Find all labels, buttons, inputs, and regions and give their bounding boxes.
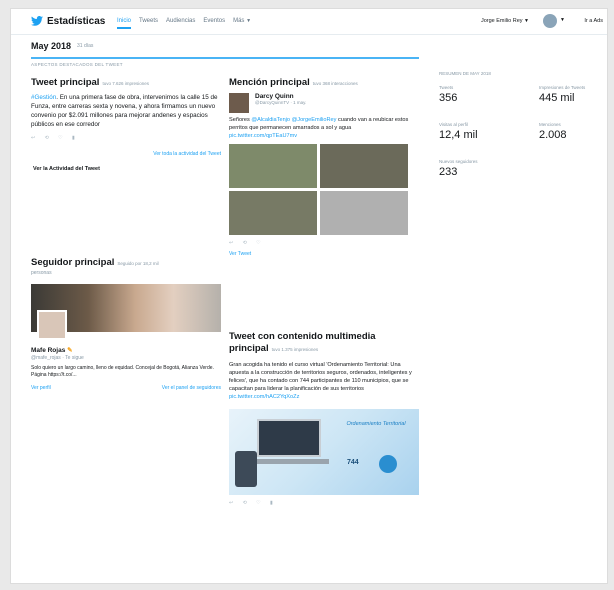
follower-avatar[interactable] [37, 310, 67, 340]
media-tweet-meta: tuvo 1.375 impresiones [271, 347, 319, 352]
followers-panel-link[interactable]: Ver el panel de seguidores [162, 385, 221, 391]
top-mention-heading: Mención principal tuvo 368 interacciones [229, 77, 419, 88]
top-mention-meta: tuvo 368 interacciones [312, 81, 358, 86]
twitter-bird-icon[interactable] [31, 16, 43, 26]
stat-label: Tweets [439, 85, 454, 90]
media-image-badge [379, 455, 397, 473]
mention-avatar[interactable] [229, 93, 249, 113]
mention-image-1[interactable] [229, 144, 317, 188]
mention-image-2[interactable] [320, 144, 408, 188]
mention-author-row: Darcy Quinn @DarcyQuinnTV · 1 may. [229, 93, 419, 113]
nav-link-mas-label: Más [233, 18, 245, 24]
view-profile-link[interactable]: Ver perfil [31, 385, 51, 391]
mention-image-grid [229, 144, 419, 235]
top-tweet-card: Tweet principal tuvo 7.626 impresiones #G… [31, 77, 221, 172]
top-tweet-meta: tuvo 7.626 impresiones [102, 81, 149, 86]
top-tweet-body: . En una primera fase de obra, interveni… [31, 94, 218, 128]
user-menu[interactable]: Jorge Emilio Rey ▼ [481, 18, 529, 24]
media-pic-link[interactable]: pic.twitter.com/hAC2YqXoZz [229, 394, 299, 400]
stat-value: 2.008 [539, 129, 567, 141]
stat-value: 356 [439, 92, 458, 104]
stat-label: Impresiones de Tweets [539, 85, 586, 90]
chevron-down-icon: ▼ [524, 18, 529, 24]
media-tweet-heading: Tweet con contenido multimedia principal… [229, 331, 419, 356]
mention-text-pre: Señores [229, 117, 252, 123]
nav-links: Inicio Tweets Audiencias Eventos Más ▼ [117, 18, 251, 29]
top-tweet-text: #Gestión. En una primera fase de obra, i… [31, 93, 221, 129]
mention-action-icons: ↩ ⟲ ♡ [229, 240, 265, 246]
media-tweet-card: Tweet con contenido multimedia principal… [229, 331, 419, 506]
period-subtitle: 31 días [77, 43, 94, 49]
nav-link-mas[interactable]: Más ▼ [233, 18, 251, 29]
media-action-icons: ↩ ⟲ ♡ ▮ [229, 500, 277, 506]
mention-jorge-link[interactable]: @JorgeEmilioRey [292, 117, 337, 123]
nav-link-eventos[interactable]: Eventos [203, 18, 225, 29]
pencil-emoji-icon: ✎ [67, 347, 73, 354]
stat-label: Nuevos seguidores [439, 159, 478, 164]
account-avatar-icon[interactable] [543, 14, 557, 28]
stat-mentions: Menciones 2.008 [539, 122, 567, 141]
top-follower-card: Seguidor principal Seguido por 18,2 mil p… [31, 257, 221, 391]
ads-link[interactable]: Ir a Ads [584, 18, 603, 24]
media-tweet-body: Gran acogida ha tenido el curso virtual … [229, 362, 412, 392]
mention-image-3[interactable] [229, 191, 317, 235]
top-follower-meta: Seguido por 18,2 mil [117, 261, 159, 266]
top-mention-card: Mención principal tuvo 368 interacciones … [229, 77, 419, 257]
stat-value: 233 [439, 166, 458, 178]
stat-label: Menciones [539, 122, 561, 127]
top-mention-title: Mención principal [229, 77, 310, 88]
nav-link-audiencias[interactable]: Audiencias [166, 18, 195, 29]
mention-author-name[interactable]: Darcy Quinn [255, 93, 306, 100]
highlights-label: ASPECTOS DESTACADOS DEL TWEET [31, 62, 123, 67]
follower-bio: Solo quiero un largo camino, lleno de eq… [31, 365, 214, 378]
follower-name[interactable]: Mafe Rojas [31, 347, 65, 354]
top-navigation: Estadísticas Inicio Tweets Audiencias Ev… [11, 9, 607, 35]
top-tweet-title: Tweet principal [31, 77, 100, 88]
follower-banner [31, 284, 221, 340]
follower-links: Ver perfil Ver el panel de seguidores [31, 385, 221, 391]
view-mention-tweet-link[interactable]: Ver Tweet [229, 251, 419, 257]
media-tweet-text: Gran acogida ha tenido el curso virtual … [229, 361, 419, 401]
media-image-caption: Ordenamiento Territorial [346, 421, 406, 427]
top-follower-heading: Seguidor principal Seguido por 18,2 mil [31, 257, 221, 268]
top-follower-title: Seguidor principal [31, 257, 115, 268]
summary-title: RESUMEN DE MAY 2018 [439, 71, 491, 76]
stat-profile-visits: Visitas al perfil 12,4 mil [439, 122, 478, 141]
tweet-action-icons: ↩ ⟲ ♡ ▮ [31, 135, 79, 141]
analytics-page: Estadísticas Inicio Tweets Audiencias Ev… [10, 8, 608, 584]
stat-tweets: Tweets 356 [439, 85, 457, 104]
phone-illustration [235, 451, 257, 487]
chevron-down-icon[interactable]: ▼ [560, 17, 565, 23]
stat-impressions: Impresiones de Tweets 445 mil [539, 85, 585, 104]
mention-author-handle: @DarcyQuinnTV · 1 may. [255, 100, 307, 105]
mention-text: Señores @AlcaldiaTenjo @JorgeEmilioRey c… [229, 116, 419, 140]
brand-title[interactable]: Estadísticas [47, 16, 105, 27]
follower-handle: @mafe_rojas · Te sigue [31, 355, 84, 361]
follower-name-row: Mafe Rojas ✎ [31, 346, 221, 354]
hashtag-link[interactable]: #Gestión [31, 94, 56, 101]
media-tweet-image[interactable]: Ordenamiento Territorial 744 [229, 409, 419, 495]
period-divider [31, 57, 419, 59]
period-title: May 2018 [31, 41, 72, 51]
stat-value: 445 mil [539, 92, 575, 104]
stat-value: 12,4 mil [439, 129, 478, 141]
mention-alcaldia-link[interactable]: @AlcaldiaTenjo [251, 117, 290, 123]
laptop-illustration [257, 419, 321, 457]
stat-new-followers: Nuevos seguidores 233 [439, 159, 478, 178]
media-image-number: 744 [347, 459, 359, 466]
nav-link-tweets[interactable]: Tweets [139, 18, 158, 29]
mention-image-4[interactable] [320, 191, 408, 235]
tweet-activity-button[interactable]: Ver la Actividad del Tweet [31, 166, 221, 172]
user-name: Jorge Emilio Rey [480, 18, 523, 24]
laptop-base [249, 459, 329, 464]
stat-label: Visitas al perfil [439, 122, 468, 127]
top-follower-meta2: personas [31, 270, 52, 276]
nav-link-inicio[interactable]: Inicio [117, 18, 132, 29]
top-tweet-heading: Tweet principal tuvo 7.626 impresiones [31, 77, 221, 88]
chevron-down-icon: ▼ [246, 18, 252, 24]
mention-pic-link[interactable]: pic.twitter.com/qpTEaU7mv [229, 133, 297, 139]
view-tweet-activity-link[interactable]: Ver toda la actividad del Tweet [31, 151, 221, 157]
